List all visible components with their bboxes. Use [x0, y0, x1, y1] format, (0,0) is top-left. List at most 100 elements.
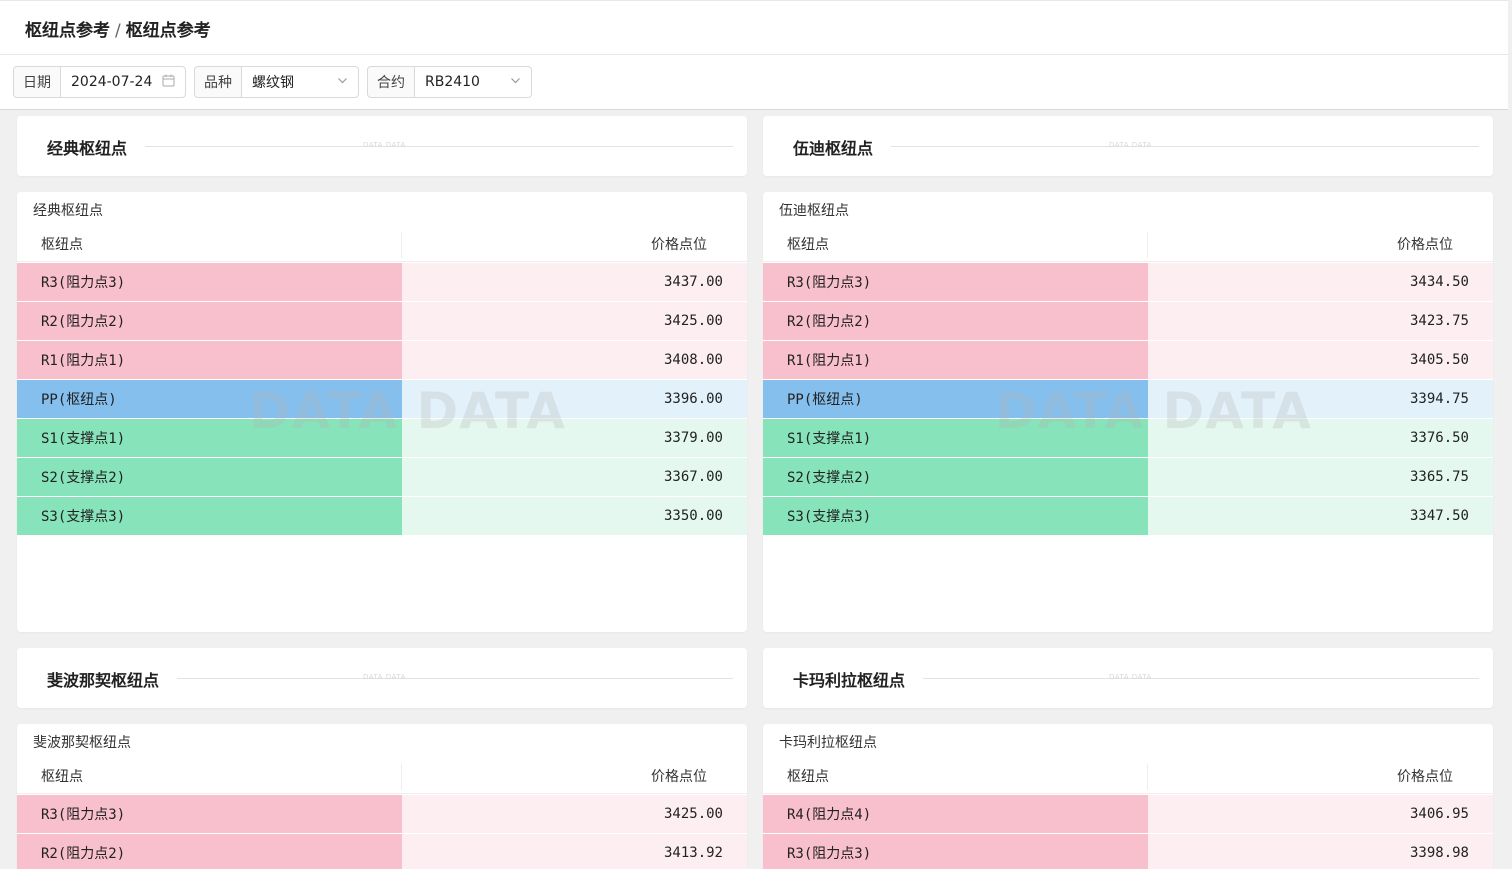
pivot-table-fibonacci: 斐波那契枢纽点 枢纽点 价格点位 R3(阻力点3) 3425.00 R2(阻力点2…: [17, 724, 747, 869]
table-row: PP(枢纽点) 3394.75: [763, 380, 1493, 419]
table-row: R1(阻力点1) 3408.00: [17, 341, 747, 380]
table-row: R2(阻力点2) 3425.00: [17, 302, 747, 341]
pivot-label: R2(阻力点2): [763, 302, 1148, 340]
price-value: 3405.50: [1148, 341, 1493, 379]
watermark: DATA DATA: [1109, 673, 1152, 681]
page-header: 枢纽点参考 / 枢纽点参考: [0, 0, 1508, 55]
column-divider: [401, 764, 402, 790]
pivot-label: S1(支撑点1): [763, 419, 1148, 457]
pivot-table-woodie: 伍迪枢纽点 枢纽点 价格点位 R3(阻力点3) 3434.50 R2(阻力点2) 3…: [763, 192, 1493, 632]
table-header: 枢纽点 价格点位: [17, 760, 747, 794]
watermark: DATA DATA: [1109, 141, 1152, 149]
table-row: R3(阻力点3) 3434.50: [763, 263, 1493, 302]
calendar-icon[interactable]: [162, 74, 175, 90]
pivot-label: PP(枢纽点): [763, 380, 1148, 418]
pivot-table-camarilla: 卡玛利拉枢纽点 枢纽点 价格点位 R4(阻力点4) 3406.95 R3(阻力点3…: [763, 724, 1493, 869]
pivot-label: R1(阻力点1): [17, 341, 402, 379]
column-header-price: 价格点位: [1397, 769, 1453, 785]
section-title: 经典枢纽点: [47, 139, 128, 158]
table-row: R1(阻力点1) 3405.50: [763, 341, 1493, 380]
column-header-pivot: 枢纽点: [787, 237, 829, 253]
column-header-price: 价格点位: [651, 769, 707, 785]
table-header: 枢纽点 价格点位: [763, 228, 1493, 262]
price-value: 3413.92: [402, 834, 747, 869]
pivot-label: S1(支撑点1): [17, 419, 402, 457]
table-row: R3(阻力点3) 3437.00: [17, 263, 747, 302]
pivot-label: S2(支撑点2): [763, 458, 1148, 496]
price-value: 3367.00: [402, 458, 747, 496]
price-value: 3379.00: [402, 419, 747, 457]
contract-value[interactable]: RB2410: [425, 74, 480, 90]
contract-select[interactable]: 合约 RB2410: [367, 66, 532, 98]
breadcrumb: 枢纽点参考 / 枢纽点参考: [25, 16, 211, 41]
column-divider: [401, 232, 402, 258]
section-title: 斐波那契枢纽点: [47, 671, 160, 690]
price-value: 3423.75: [1148, 302, 1493, 340]
column-header-pivot: 枢纽点: [41, 237, 83, 253]
price-value: 3408.00: [402, 341, 747, 379]
table-row: S1(支撑点1) 3376.50: [763, 419, 1493, 458]
breadcrumb-current: 枢纽点参考: [125, 21, 211, 41]
table-row: R3(阻力点3) 3398.98: [763, 834, 1493, 869]
table-header: 枢纽点 价格点位: [763, 760, 1493, 794]
variety-value[interactable]: 螺纹钢: [252, 72, 294, 92]
pivot-label: R3(阻力点3): [763, 263, 1148, 301]
table-row: S2(支撑点2) 3367.00: [17, 458, 747, 497]
variety-label: 品种: [195, 67, 242, 97]
price-value: 3350.00: [402, 497, 747, 535]
pivot-label: S3(支撑点3): [17, 497, 402, 535]
pivot-label: S2(支撑点2): [17, 458, 402, 496]
price-value: 3365.75: [1148, 458, 1493, 496]
divider: [923, 678, 1479, 679]
price-value: 3406.95: [1148, 795, 1493, 833]
contract-label: 合约: [368, 67, 415, 97]
table-row: S1(支撑点1) 3379.00: [17, 419, 747, 458]
column-header-pivot: 枢纽点: [787, 769, 829, 785]
section-title-card-fibonacci: 斐波那契枢纽点 DATA DATA: [17, 648, 747, 708]
table-row: S3(支撑点3) 3350.00: [17, 497, 747, 536]
divider: [891, 146, 1479, 147]
table-row: S2(支撑点2) 3365.75: [763, 458, 1493, 497]
table-row: PP(枢纽点) 3396.00: [17, 380, 747, 419]
table-header: 枢纽点 价格点位: [17, 228, 747, 262]
watermark: DATA DATA: [363, 141, 406, 149]
table-row: R2(阻力点2) 3413.92: [17, 834, 747, 869]
pivot-label: PP(枢纽点): [17, 380, 402, 418]
price-value: 3425.00: [402, 302, 747, 340]
pivot-label: S3(支撑点3): [763, 497, 1148, 535]
table-row: S3(支撑点3) 3347.50: [763, 497, 1493, 536]
price-value: 3376.50: [1148, 419, 1493, 457]
variety-select[interactable]: 品种 螺纹钢: [194, 66, 359, 98]
price-value: 3347.50: [1148, 497, 1493, 535]
divider: [177, 678, 733, 679]
section-title-card-classic: 经典枢纽点 DATA DATA: [17, 116, 747, 176]
column-header-price: 价格点位: [651, 237, 707, 253]
table-title: 卡玛利拉枢纽点: [779, 735, 877, 751]
pivot-label: R4(阻力点4): [763, 795, 1148, 833]
date-picker[interactable]: 日期 2024-07-24: [13, 66, 186, 98]
pivot-label: R2(阻力点2): [17, 834, 402, 869]
price-value: 3425.00: [402, 795, 747, 833]
price-value: 3396.00: [402, 380, 747, 418]
price-value: 3398.98: [1148, 834, 1493, 869]
filter-bar: 日期 2024-07-24 品种 螺纹钢 合约 RB2410: [0, 55, 1508, 110]
watermark: DATA DATA: [363, 673, 406, 681]
table-title: 伍迪枢纽点: [779, 203, 849, 219]
chevron-down-icon[interactable]: [510, 75, 521, 89]
price-value: 3394.75: [1148, 380, 1493, 418]
chevron-down-icon[interactable]: [337, 75, 348, 89]
column-header-price: 价格点位: [1397, 237, 1453, 253]
pivot-label: R3(阻力点3): [763, 834, 1148, 869]
section-title: 卡玛利拉枢纽点: [793, 671, 906, 690]
column-header-pivot: 枢纽点: [41, 769, 83, 785]
breadcrumb-parent[interactable]: 枢纽点参考: [25, 21, 110, 41]
pivot-label: R3(阻力点3): [17, 263, 402, 301]
pivot-table-classic: 经典枢纽点 枢纽点 价格点位 R3(阻力点3) 3437.00 R2(阻力点2) 3…: [17, 192, 747, 632]
price-value: 3434.50: [1148, 263, 1493, 301]
date-value[interactable]: 2024-07-24: [71, 74, 152, 90]
section-title-card-woodie: 伍迪枢纽点 DATA DATA: [763, 116, 1493, 176]
table-row: R2(阻力点2) 3423.75: [763, 302, 1493, 341]
table-title: 斐波那契枢纽点: [33, 735, 131, 751]
breadcrumb-separator: /: [115, 21, 121, 41]
table-row: R3(阻力点3) 3425.00: [17, 795, 747, 834]
